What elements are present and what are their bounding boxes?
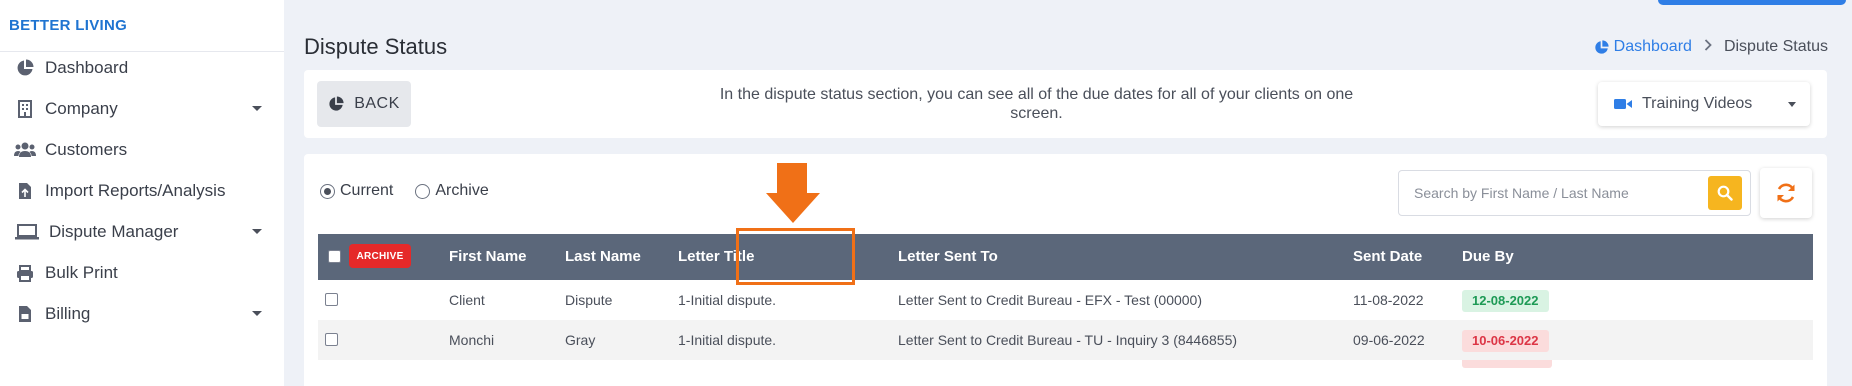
annotation-arrow-head xyxy=(766,193,820,223)
radio-current[interactable]: Current xyxy=(320,182,393,200)
video-camera-icon xyxy=(1614,98,1632,110)
column-header-letter-sent-to[interactable]: Letter Sent To xyxy=(898,234,998,280)
radio-label: Current xyxy=(340,182,394,199)
sidebar-item-label: Bulk Print xyxy=(45,263,118,282)
training-videos-dropdown[interactable]: Training Videos xyxy=(1598,82,1810,126)
breadcrumb-home[interactable]: Dashboard xyxy=(1594,38,1692,56)
cell-sent-date: 11-08-2022 xyxy=(1353,292,1424,308)
cell-last-name: Dispute xyxy=(565,292,613,308)
table-row: Monchi Gray 1-Initial dispute. Letter Se… xyxy=(318,320,1813,360)
info-description: In the dispute status section, you can s… xyxy=(719,86,1354,122)
pie-chart-icon xyxy=(328,96,344,112)
column-header-sent-date[interactable]: Sent Date xyxy=(1353,234,1422,280)
search-icon xyxy=(1717,185,1733,201)
select-all-checkbox[interactable] xyxy=(328,250,341,263)
pie-chart-icon xyxy=(1594,39,1609,55)
chevron-down-icon xyxy=(252,229,262,234)
cell-first-name: Client xyxy=(449,292,485,308)
building-icon xyxy=(14,98,36,120)
invoice-icon xyxy=(14,303,36,325)
annotation-arrow xyxy=(777,163,807,195)
table-row: Client Dispute 1-Initial dispute. Letter… xyxy=(318,280,1813,320)
sidebar-item-label: Import Reports/Analysis xyxy=(45,181,226,200)
sidebar-item-customers[interactable]: Customers xyxy=(0,130,284,170)
sidebar-item-import-reports[interactable]: Import Reports/Analysis xyxy=(0,171,284,211)
breadcrumb-home-label: Dashboard xyxy=(1613,38,1692,55)
training-videos-label: Training Videos xyxy=(1642,95,1753,112)
cell-letter-title: 1-Initial dispute. xyxy=(678,332,777,348)
sidebar-item-bulk-print[interactable]: Bulk Print xyxy=(0,253,284,293)
annotation-highlight-box xyxy=(736,228,855,285)
due-date-badge: 12-08-2022 xyxy=(1462,290,1549,312)
top-action-button[interactable] xyxy=(1658,0,1846,5)
search-button[interactable] xyxy=(1708,176,1742,210)
sidebar-item-dashboard[interactable]: Dashboard xyxy=(0,48,284,88)
archive-button[interactable]: ARCHIVE xyxy=(349,244,411,268)
search-box xyxy=(1398,170,1751,216)
chevron-right-icon xyxy=(1704,38,1712,56)
row-checkbox[interactable] xyxy=(325,293,338,306)
column-header-last-name[interactable]: Last Name xyxy=(565,234,641,280)
brand-logo[interactable]: BETTER LIVING xyxy=(0,0,284,52)
laptop-icon xyxy=(14,221,40,243)
status-filter: Current Archive xyxy=(320,182,511,200)
search-input[interactable] xyxy=(1400,172,1700,214)
sidebar-item-label: Billing xyxy=(45,304,91,323)
back-button-label: BACK xyxy=(354,95,400,112)
refresh-button[interactable] xyxy=(1760,168,1812,218)
column-header-due-by[interactable]: Due By xyxy=(1462,234,1514,280)
sidebar-item-label: Customers xyxy=(45,140,128,159)
refresh-icon xyxy=(1775,182,1797,204)
sidebar-gap xyxy=(284,0,288,52)
cell-letter-sent-to: Letter Sent to Credit Bureau - EFX - Tes… xyxy=(898,292,1203,308)
sidebar-item-label: Dashboard xyxy=(45,58,129,77)
file-import-icon xyxy=(14,180,36,202)
chevron-down-icon xyxy=(252,311,262,316)
radio-button[interactable] xyxy=(320,183,335,199)
printer-icon xyxy=(14,262,36,284)
page-title: Dispute Status xyxy=(304,34,448,59)
brand-name: BETTER LIVING xyxy=(9,17,128,34)
back-button[interactable]: BACK xyxy=(317,81,411,127)
breadcrumb-current: Dispute Status xyxy=(1723,38,1828,55)
sidebar: BETTER LIVING Dashboard Company Customer… xyxy=(0,0,284,386)
table-header: ARCHIVE First Name Last Name Letter Titl… xyxy=(318,234,1813,280)
sidebar-item-dispute-manager[interactable]: Dispute Manager xyxy=(0,212,284,252)
cell-letter-sent-to: Letter Sent to Credit Bureau - TU - Inqu… xyxy=(898,332,1238,348)
cell-letter-title: 1-Initial dispute. xyxy=(678,292,777,308)
row-checkbox[interactable] xyxy=(325,333,338,346)
sidebar-item-billing[interactable]: Billing xyxy=(0,294,284,334)
cell-first-name: Monchi xyxy=(449,332,495,348)
sidebar-item-label: Company xyxy=(45,99,118,118)
chevron-down-icon xyxy=(252,106,262,111)
column-header-first-name[interactable]: First Name xyxy=(449,234,527,280)
cell-sent-date: 09-06-2022 xyxy=(1353,332,1425,348)
cell-last-name: Gray xyxy=(565,332,596,348)
table-row xyxy=(318,360,1813,386)
sidebar-item-label: Dispute Manager xyxy=(49,222,179,241)
due-date-badge xyxy=(1462,360,1552,368)
users-icon xyxy=(14,139,36,161)
radio-label: Archive xyxy=(435,182,489,199)
due-date-badge: 10-06-2022 xyxy=(1462,330,1549,352)
sidebar-item-company[interactable]: Company xyxy=(0,89,284,129)
dispute-table-card: Current Archive ARCHIVE First Name Last … xyxy=(304,154,1827,386)
info-card: BACK In the dispute status section, you … xyxy=(304,70,1827,138)
chevron-down-icon xyxy=(1788,102,1796,107)
breadcrumb: Dashboard Dispute Status xyxy=(1594,38,1828,56)
radio-button[interactable] xyxy=(415,183,431,199)
radio-archive[interactable]: Archive xyxy=(415,182,489,200)
pie-chart-icon xyxy=(14,57,36,79)
